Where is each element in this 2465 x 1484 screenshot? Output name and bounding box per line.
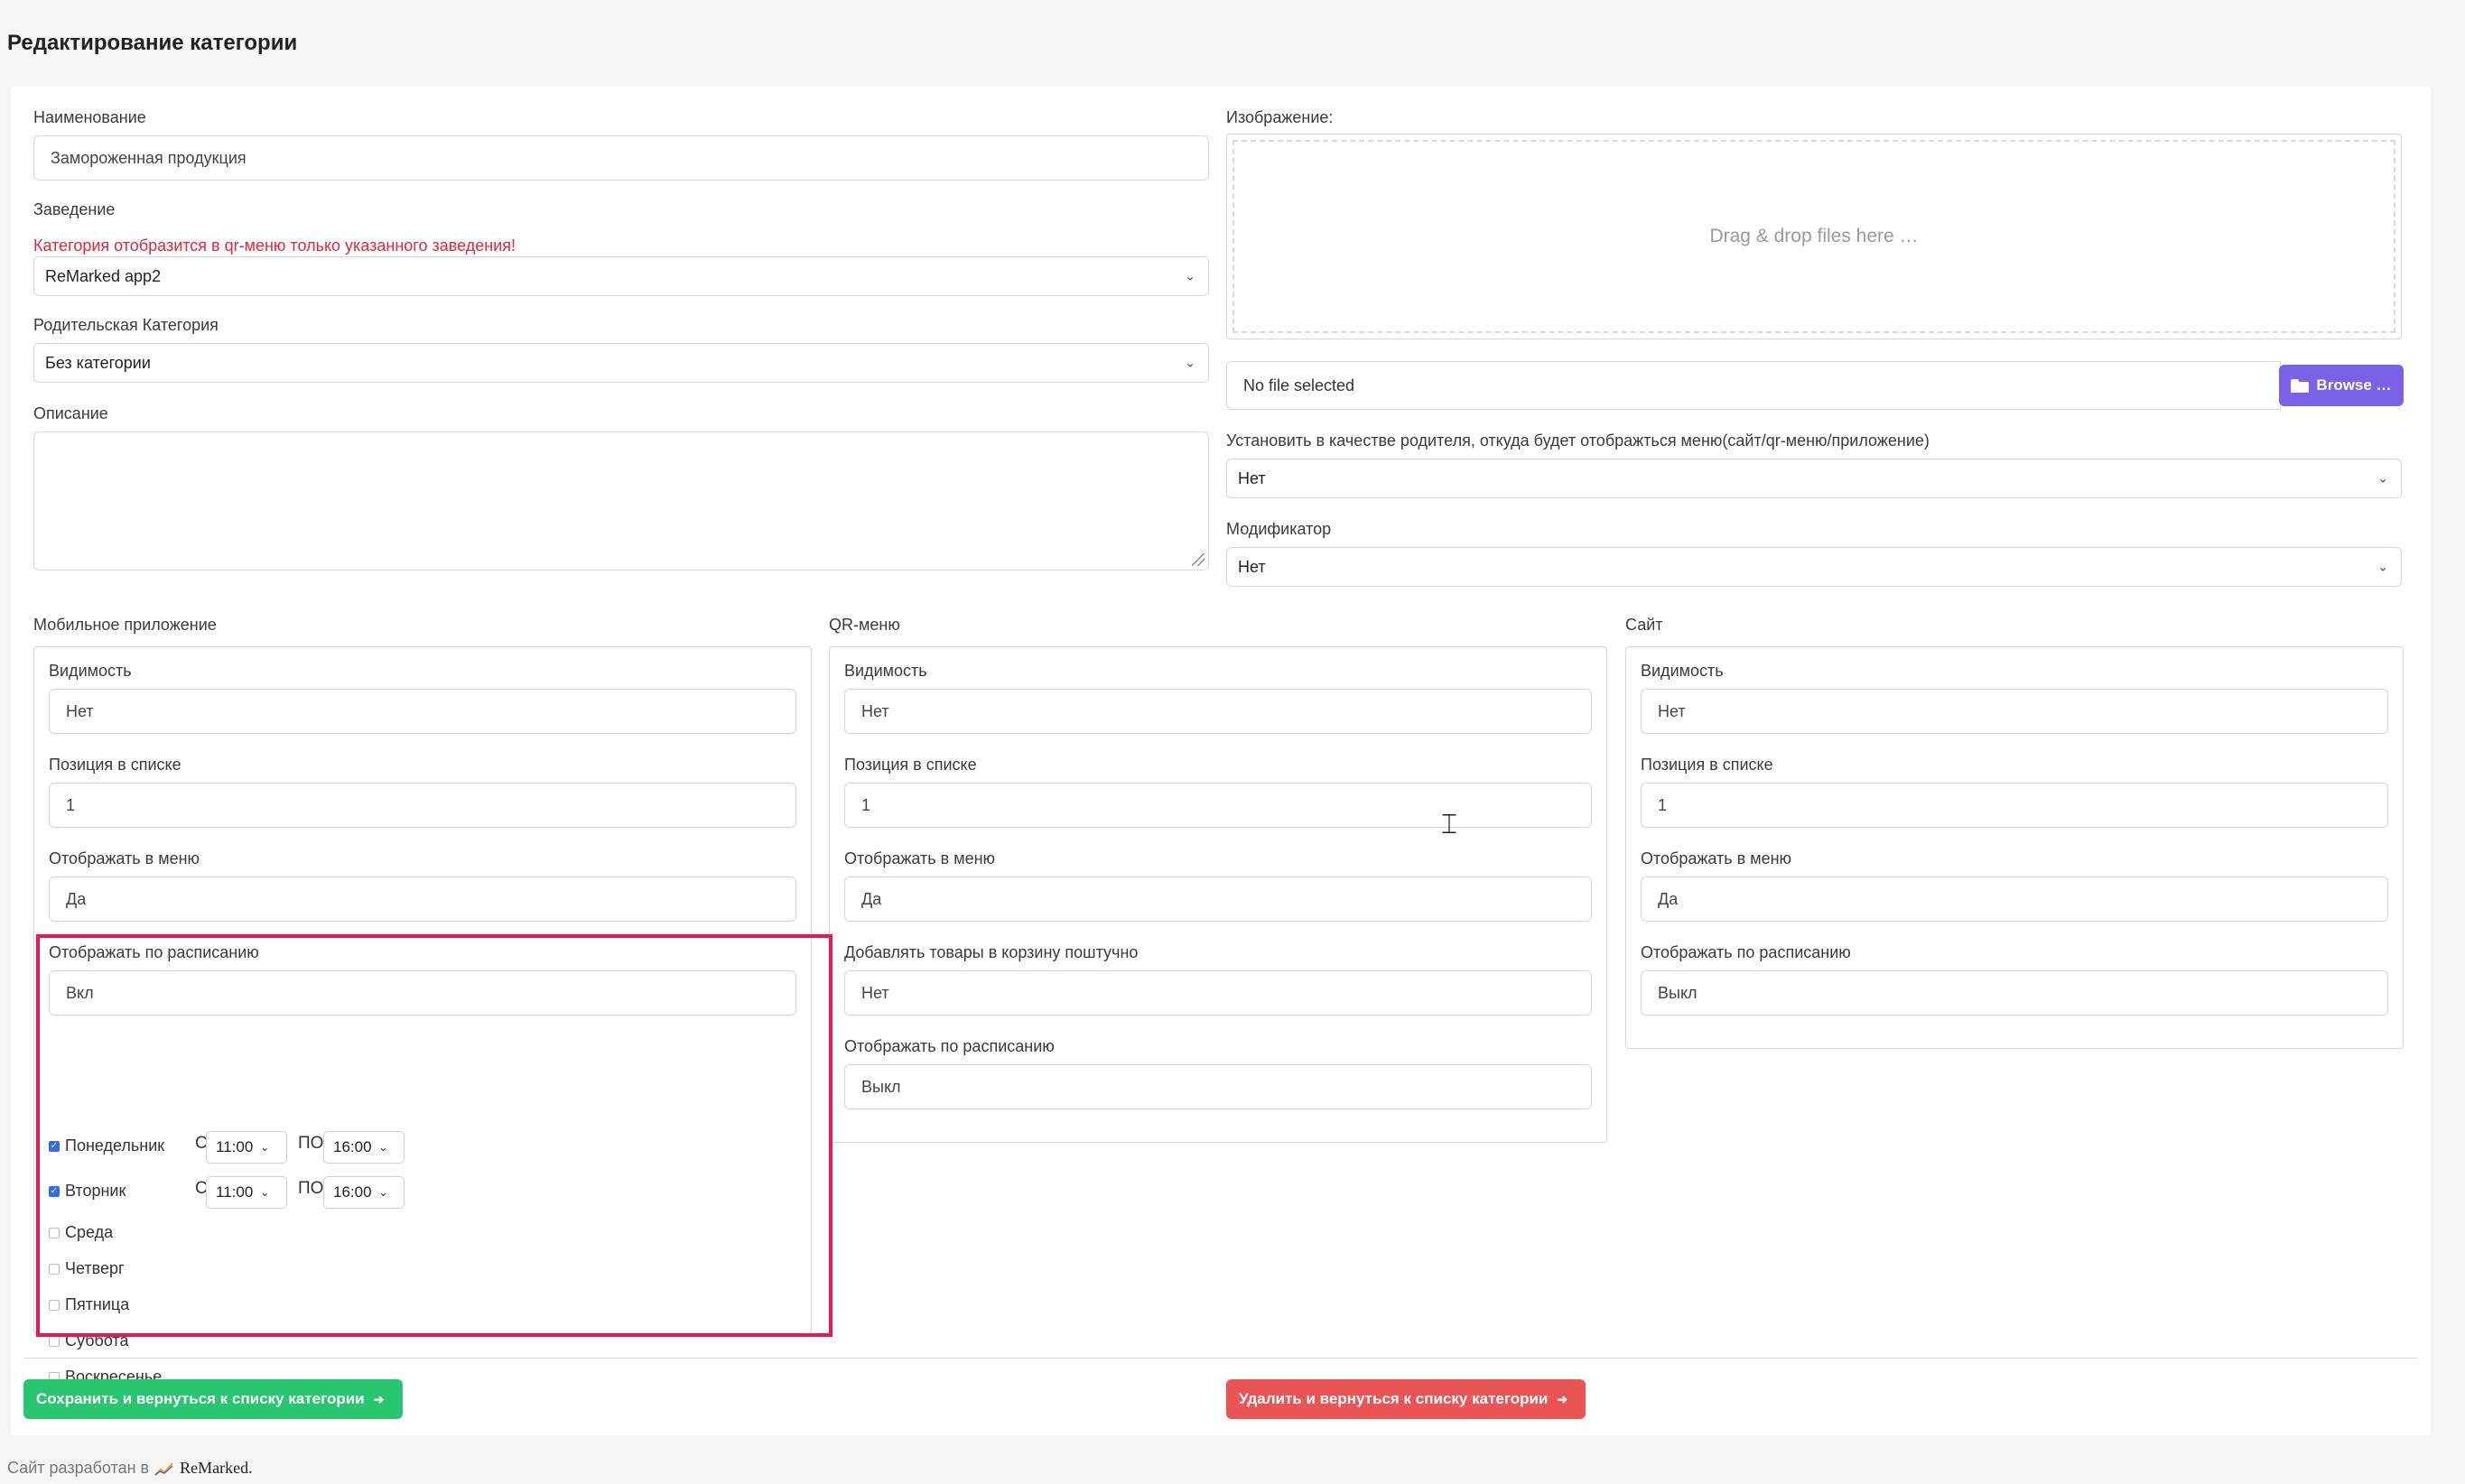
divider bbox=[23, 1358, 2418, 1359]
schedule-highlight-box bbox=[36, 934, 833, 1337]
save-label: Сохранить и вернуться к списку категории bbox=[36, 1390, 365, 1407]
edit-category-card: Наименование Замороженная продукция Заве… bbox=[11, 87, 2431, 1435]
venue-select[interactable]: ReMarked app2 ⌄ bbox=[33, 256, 1209, 296]
mobile-position-input[interactable]: 1 bbox=[49, 783, 796, 828]
site-section-title: Сайт bbox=[1625, 616, 1663, 634]
chart-logo-icon bbox=[154, 1461, 173, 1476]
chevron-down-icon: ⌄ bbox=[2377, 470, 2388, 486]
site-show-menu-label: Отображать в меню bbox=[1641, 849, 1792, 867]
folder-open-icon bbox=[2291, 378, 2310, 393]
qr-show-menu-input[interactable]: Да bbox=[844, 876, 1592, 922]
mobile-show-menu-input[interactable]: Да bbox=[49, 876, 796, 922]
set-parent-label: Установить в качестве родителя, откуда б… bbox=[1226, 431, 1930, 450]
arrow-right-icon: ➜ bbox=[373, 1391, 385, 1406]
qr-schedule-input[interactable]: Выкл bbox=[844, 1064, 1592, 1109]
venue-label: Заведение bbox=[33, 200, 116, 218]
qr-section-title: QR-меню bbox=[829, 616, 900, 634]
site-show-menu-input[interactable]: Да bbox=[1641, 876, 2388, 922]
checkbox-icon[interactable] bbox=[49, 1335, 60, 1347]
description-textarea[interactable] bbox=[33, 431, 1209, 570]
page-title: Редактирование категории bbox=[7, 31, 298, 55]
site-visibility-input[interactable]: Нет bbox=[1641, 689, 2388, 734]
browse-label: Browse … bbox=[2316, 376, 2392, 394]
qr-cart-input[interactable]: Нет bbox=[844, 970, 1592, 1016]
mobile-visibility-label: Видимость bbox=[49, 662, 132, 680]
parent-select[interactable]: Без категории ⌄ bbox=[33, 343, 1209, 383]
arrow-right-icon: ➜ bbox=[1557, 1391, 1568, 1406]
image-dropzone[interactable]: Drag & drop files here … bbox=[1226, 134, 2402, 339]
modifier-select[interactable]: Нет ⌄ bbox=[1226, 547, 2402, 587]
parent-select-value: Без категории bbox=[45, 353, 151, 372]
set-parent-value: Нет bbox=[1238, 468, 1266, 487]
qr-schedule-label: Отображать по расписанию bbox=[844, 1037, 1055, 1055]
site-schedule-input[interactable]: Выкл bbox=[1641, 970, 2388, 1016]
qr-show-menu-label: Отображать в меню bbox=[844, 849, 996, 867]
site-panel: Видимость Нет Позиция в списке 1 Отображ… bbox=[1625, 646, 2404, 1049]
footer-text: Сайт разработан в bbox=[7, 1459, 150, 1477]
save-button[interactable]: Сохранить и вернуться к списку категории… bbox=[23, 1379, 403, 1419]
resize-grip-icon[interactable] bbox=[1192, 553, 1205, 566]
parent-label: Родительская Категория bbox=[33, 316, 219, 334]
delete-button[interactable]: Удалить и вернуться к списку категории ➜ bbox=[1226, 1379, 1586, 1419]
venue-select-value: ReMarked app2 bbox=[45, 266, 162, 285]
chevron-down-icon: ⌄ bbox=[1185, 355, 1195, 370]
qr-visibility-input[interactable]: Нет bbox=[844, 689, 1592, 734]
qr-panel: Видимость Нет Позиция в списке 1 Отображ… bbox=[829, 646, 1607, 1143]
qr-position-label: Позиция в списке bbox=[844, 756, 977, 774]
site-position-input[interactable]: 1 bbox=[1641, 783, 2388, 828]
name-label: Наименование bbox=[33, 108, 146, 126]
name-input[interactable]: Замороженная продукция bbox=[33, 135, 1209, 181]
text-cursor-icon: ⌶ bbox=[1441, 809, 1457, 840]
chevron-down-icon: ⌄ bbox=[2377, 559, 2388, 574]
mobile-show-menu-label: Отображать в меню bbox=[49, 849, 200, 867]
image-label: Изображение: bbox=[1226, 108, 1334, 126]
set-parent-select[interactable]: Нет ⌄ bbox=[1226, 459, 2402, 498]
qr-visibility-label: Видимость bbox=[844, 662, 927, 680]
modifier-label: Модификатор bbox=[1226, 520, 1332, 538]
qr-position-input[interactable]: 1 bbox=[844, 783, 1592, 828]
qr-cart-label: Добавлять товары в корзину поштучно bbox=[844, 943, 1139, 961]
modifier-value: Нет bbox=[1238, 557, 1266, 576]
chevron-down-icon: ⌄ bbox=[1185, 268, 1195, 283]
delete-label: Удалить и вернуться к списку категории bbox=[1239, 1390, 1549, 1407]
site-visibility-label: Видимость bbox=[1641, 662, 1724, 680]
description-label: Описание bbox=[33, 404, 108, 422]
site-schedule-label: Отображать по расписанию bbox=[1641, 943, 1851, 961]
footer-brand[interactable]: ReMarked. bbox=[180, 1459, 252, 1478]
dropzone-text: Drag & drop files here … bbox=[1232, 140, 2395, 333]
venue-warning: Категория отобразится в qr-меню только у… bbox=[33, 237, 516, 255]
mobile-position-label: Позиция в списке bbox=[49, 756, 181, 774]
footer: Сайт разработан в ReMarked. bbox=[7, 1459, 253, 1478]
browse-button[interactable]: Browse … bbox=[2279, 365, 2404, 406]
mobile-visibility-input[interactable]: Нет bbox=[49, 689, 796, 734]
mobile-section-title: Мобильное приложение bbox=[33, 616, 217, 634]
file-name-field: No file selected bbox=[1226, 361, 2281, 410]
site-position-label: Позиция в списке bbox=[1641, 756, 1773, 774]
